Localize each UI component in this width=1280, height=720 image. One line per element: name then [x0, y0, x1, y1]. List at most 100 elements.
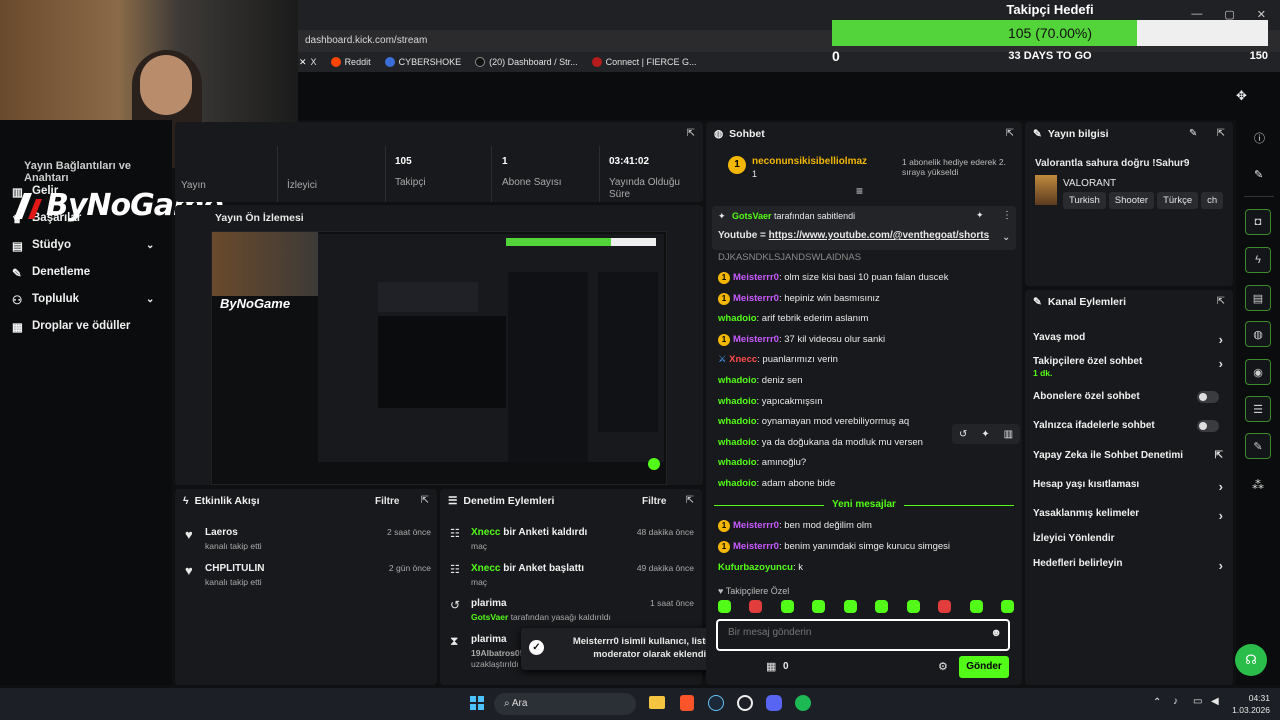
edit-icon[interactable]: ✎	[1254, 168, 1263, 181]
popout-icon[interactable]: ⇱	[687, 128, 695, 139]
send-button[interactable]: Gönder	[959, 656, 1009, 678]
more-options-icon[interactable]: ⋮	[1002, 210, 1012, 221]
chat-username[interactable]: whadoio	[718, 396, 757, 407]
spotify-icon[interactable]	[795, 695, 811, 711]
emote-icon[interactable]	[906, 600, 920, 613]
brave-icon[interactable]	[680, 695, 694, 711]
tag[interactable]: Türkçe	[1157, 192, 1199, 209]
chat-username[interactable]: whadoio	[718, 437, 757, 448]
chat-message[interactable]: whadoio: arif tebrik ederim aslanım	[718, 313, 868, 324]
moderation-filter-button[interactable]: Filtre	[642, 496, 666, 507]
goals-row[interactable]: Hedefleri belirleyin ›	[1033, 558, 1223, 573]
bookmark-x[interactable]: ✕ X	[299, 57, 317, 68]
emote-icon[interactable]	[780, 600, 794, 613]
bookmark-dashboard[interactable]: (20) Dashboard / Str...	[475, 57, 578, 67]
banned-words-row[interactable]: Yasaklanmış kelimeler ›	[1033, 508, 1223, 523]
emoji-icon[interactable]: ☻	[990, 627, 1002, 639]
chat-message[interactable]: whadoio: yapıcakmışsın	[718, 396, 823, 407]
emote-icon[interactable]	[969, 600, 983, 613]
emote-icon[interactable]	[749, 600, 763, 613]
sidebar-item-droplar[interactable]: ▦ Droplar ve ödüller	[12, 320, 130, 334]
ai-moderation-row[interactable]: Yapay Zeka ile Sohbet Denetimi ⇱	[1033, 450, 1223, 461]
obs-icon[interactable]	[737, 695, 753, 711]
chat-message[interactable]: whadoio: ya da doğukana da modluk mu ver…	[718, 437, 923, 448]
rail-document-button[interactable]: ▤	[1245, 285, 1271, 311]
steam-icon[interactable]	[708, 695, 724, 711]
chat-message[interactable]: 1 Meisterrr0: olm size kisi basi 10 puan …	[718, 272, 948, 284]
sidebar-item-studyo[interactable]: ▤ Stüdyo ⌄	[12, 239, 154, 253]
pin-icon[interactable]: ✦	[981, 429, 989, 440]
bookmark-reddit[interactable]: Reddit	[330, 57, 371, 67]
tray-chevron-icon[interactable]: ⌃	[1153, 697, 1161, 708]
followers-only-row[interactable]: Takipçilere özel sohbet 1 dk. ›	[1033, 356, 1223, 378]
emote-icon[interactable]	[938, 600, 952, 613]
chat-message[interactable]: whadoio: amınoğlu?	[718, 457, 806, 468]
rail-moderation-button[interactable]: ☰	[1245, 396, 1271, 422]
chat-username[interactable]: whadoio	[718, 313, 757, 324]
rail-lightning-button[interactable]: ϟ	[1245, 247, 1271, 273]
popout-icon[interactable]: ⇱	[686, 495, 694, 506]
chat-message[interactable]: Kufurbazoyuncu: k	[718, 562, 803, 573]
windows-start-icon[interactable]	[470, 696, 484, 710]
volume-icon[interactable]: ◀	[1211, 696, 1219, 707]
emote-icon[interactable]	[875, 600, 889, 613]
support-button[interactable]: ☊	[1235, 644, 1267, 676]
subscribers-only-toggle[interactable]	[1197, 391, 1219, 403]
explorer-icon[interactable]	[649, 696, 665, 709]
shapes-icon[interactable]: ⁂	[1252, 478, 1264, 492]
chat-settings-icon[interactable]: ⚙	[938, 660, 948, 673]
tag[interactable]: Turkish	[1063, 192, 1106, 209]
network-icon[interactable]: ▭	[1193, 696, 1202, 707]
account-age-row[interactable]: Hesap yaşı kısıtlaması ›	[1033, 479, 1223, 494]
chat-message[interactable]: 1 Meisterrr0: benim yanımdaki simge kuruc…	[718, 541, 950, 553]
clock[interactable]: 04:31 1.03.2026	[1230, 692, 1270, 716]
tag[interactable]: ch	[1201, 192, 1224, 209]
popout-icon[interactable]: ⇱	[1217, 128, 1225, 139]
bookmark-fierce[interactable]: Connect | FIERCE G...	[591, 57, 697, 67]
discord-icon[interactable]	[766, 695, 782, 711]
chat-message[interactable]: whadoio: oynamayan mod verebiliyormuş aq	[718, 416, 909, 427]
rail-broadcast-button[interactable]: ◉	[1245, 359, 1271, 385]
chat-username[interactable]: Meisterrr0	[733, 541, 779, 552]
chevron-down-icon[interactable]: ⌄	[1002, 232, 1010, 243]
chat-message[interactable]: 1 Meisterrr0: ben mod değilim olm	[718, 520, 872, 532]
chat-input[interactable]	[728, 627, 968, 638]
trash-icon[interactable]: ▥	[1004, 429, 1013, 440]
kick-settings-icon[interactable]: ✥	[1236, 88, 1247, 104]
taskbar-search[interactable]: ⌕ Ara	[494, 693, 636, 715]
emotes-only-toggle[interactable]	[1197, 420, 1219, 432]
microphone-icon[interactable]: ♪	[1173, 696, 1178, 707]
chat-username[interactable]: Meisterrr0	[733, 520, 779, 531]
chat-username[interactable]: whadoio	[718, 457, 757, 468]
chat-message[interactable]: 1 Meisterrr0: 37 kil videosu olur sanki	[718, 333, 885, 346]
tag[interactable]: Shooter	[1108, 192, 1155, 209]
chat-username[interactable]: Xnecc	[729, 354, 757, 365]
popout-icon[interactable]: ⇱	[1217, 296, 1225, 307]
chat-input-box[interactable]: ☻	[716, 619, 1010, 651]
rail-chat-button[interactable]: ◍	[1245, 321, 1271, 347]
popout-icon[interactable]: ⇱	[421, 495, 429, 506]
info-icon[interactable]: ⓘ	[1254, 130, 1265, 146]
chat-username[interactable]: Meisterrr0	[733, 272, 779, 283]
preview-video[interactable]: ByNoGame	[211, 231, 667, 485]
chat-username[interactable]: Meisterrr0	[733, 334, 779, 345]
chat-username[interactable]: whadoio	[718, 416, 757, 427]
sidebar-item-denetleme[interactable]: ✎ Denetleme	[12, 266, 90, 280]
chat-username[interactable]: Kufurbazoyuncu	[718, 562, 793, 573]
chat-message[interactable]: whadoio: adam abone bide	[718, 478, 835, 489]
slow-mode-row[interactable]: Yavaş mod ›	[1033, 332, 1223, 347]
sidebar-item-topluluk[interactable]: ⚇ Topluluk ⌄	[12, 293, 154, 307]
rail-camera-button[interactable]: ◘	[1245, 209, 1271, 235]
activity-filter-button[interactable]: Filtre	[375, 496, 399, 507]
sort-icon[interactable]: ≡	[856, 184, 863, 198]
chat-message[interactable]: ⚔ Xnecc: puanlarımızı verin	[718, 354, 838, 365]
bookmark-cybershoke[interactable]: CYBERSHOKE	[384, 57, 461, 67]
emote-icon[interactable]	[718, 600, 731, 613]
raid-row[interactable]: İzleyici Yönlendir	[1033, 533, 1223, 544]
emote-icon[interactable]	[843, 600, 857, 613]
emote-icon[interactable]	[1000, 600, 1014, 613]
chat-message[interactable]: whadoio: deniz sen	[718, 375, 802, 386]
chat-message[interactable]: 1 Meisterrr0: hepiniz win basmısınız	[718, 292, 880, 305]
chat-username[interactable]: whadoio	[718, 478, 757, 489]
edit-icon[interactable]: ✎	[1189, 128, 1197, 139]
